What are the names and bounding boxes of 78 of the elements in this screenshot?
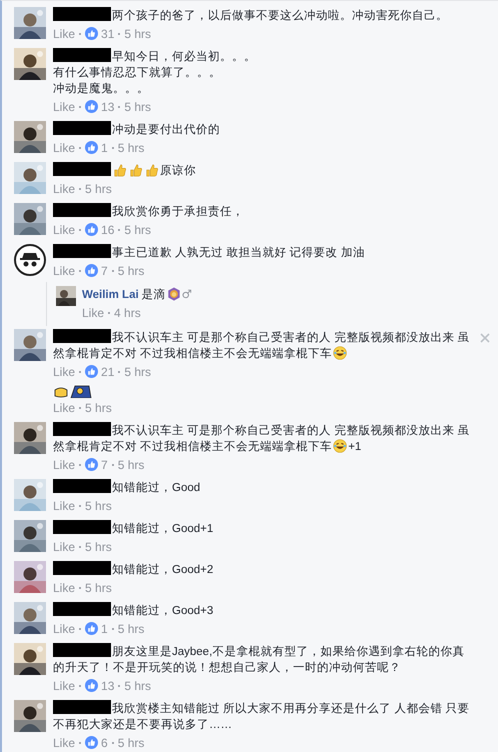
comment-text: Weilim Lai 是滴 ♂ — [82, 286, 193, 303]
like-link[interactable]: Like — [82, 306, 104, 320]
like-count: 1 — [101, 140, 108, 154]
like-link[interactable]: Like — [53, 182, 76, 196]
like-count: 1 — [101, 622, 108, 636]
thumbs-up-icon — [113, 163, 127, 177]
like-count: 13 — [101, 100, 114, 114]
comment-text: 我不认识车主 可是那个称自己受害者的人 完整版视频都没放出来 虽然拿棍肯定不对 不过我相信楼主不会无端端拿棍下车 +1 — [53, 422, 471, 455]
like-count: 21 — [101, 364, 114, 378]
timestamp: 5 hrs — [85, 580, 112, 594]
timestamp: 5 hrs — [118, 458, 144, 472]
comment-text: 我不认识车主 可是那个称自己受害者的人 完整版视频都没放出来 虽然拿棍肯定不对 不过我相信楼主不会无端端拿棍下车 — [53, 329, 471, 362]
like-count: 6 — [101, 736, 108, 750]
like-count: 7 — [101, 458, 108, 472]
timestamp: 5 hrs — [124, 364, 152, 378]
thumbs-up-icon — [85, 100, 98, 113]
thumbs-up-icon — [85, 365, 98, 378]
comment-text: 知错能过，Good+2 — [53, 561, 471, 578]
timestamp: 4 hrs — [114, 306, 141, 320]
thumbs-up-icon — [145, 163, 159, 177]
timestamp: 5 hrs — [124, 100, 152, 114]
comment-text: 我欣赏楼主知错能过 所以大家不用再分享还是什么了 人都会错 只要不再犯大家还是不要再说多了…… — [53, 700, 471, 733]
like-count: 7 — [101, 264, 108, 278]
like-count: 13 — [101, 678, 114, 692]
like-link[interactable]: Like — [53, 364, 76, 378]
comment-text: 知错能过，Good+3 — [53, 602, 471, 619]
like-link[interactable]: Like — [53, 736, 76, 750]
comment-text: 我欣赏你勇于承担责任， — [53, 203, 471, 220]
like-link[interactable]: Like — [53, 678, 76, 692]
thumbs-up-icon — [85, 223, 98, 236]
like-link[interactable]: Like — [53, 140, 76, 154]
timestamp: 5 hrs — [85, 498, 112, 512]
timestamp: 5 hrs — [85, 182, 112, 196]
comment-text: 朋友这里是Jaybee,不是拿棍就有型了，如果给你遇到拿右轮的你真的升天了！不是开玩笑的说！想想自己家人，一时的冲动何苦呢？ — [53, 643, 471, 676]
thumbs-up-icon — [85, 622, 98, 635]
timestamp: 5 hrs — [85, 540, 112, 554]
like-link[interactable]: Like — [53, 26, 76, 40]
timestamp: 5 hrs — [124, 222, 152, 236]
timestamp: 5 hrs — [118, 140, 144, 154]
thumbs-up-icon — [129, 163, 143, 177]
thumbs-up-icon — [85, 679, 98, 692]
close-icon — [480, 333, 490, 343]
comment-text: 冲动是要付出代价的 — [53, 121, 471, 138]
author-link[interactable]: Weilim Lai — [82, 289, 139, 301]
comment-text: 知错能过，Good+1 — [53, 520, 471, 537]
laughing-face-icon — [333, 439, 348, 453]
close-button[interactable] — [478, 331, 492, 345]
like-link[interactable]: Like — [53, 222, 76, 236]
timestamp: 5 hrs — [85, 400, 112, 414]
thumbs-up-icon — [85, 458, 98, 471]
like-link[interactable]: Like — [53, 458, 76, 472]
timestamp: 5 hrs — [118, 622, 144, 636]
like-link[interactable]: Like — [53, 498, 76, 512]
like-link[interactable]: Like — [53, 400, 76, 414]
like-link[interactable]: Like — [53, 580, 76, 594]
comment-text: 两个孩子的爸了，以后做事不要这么冲动啦。冲动害死你自己。 — [53, 7, 471, 24]
like-link[interactable]: Like — [53, 540, 76, 554]
sticker-drawing — [53, 384, 93, 398]
like-link[interactable]: Like — [53, 100, 76, 114]
timestamp: 5 hrs — [118, 736, 144, 750]
laughing-face-icon — [333, 346, 348, 360]
timestamp: 5 hrs — [124, 26, 152, 40]
lion-icon — [166, 287, 181, 301]
like-link[interactable]: Like — [53, 264, 76, 278]
comment-text: 事主已道歉 人孰无过 敢担当就好 记得要改 加油 — [53, 244, 471, 261]
incognito-icon — [14, 244, 46, 276]
thumbs-up-icon — [85, 141, 98, 154]
like-link[interactable]: Like — [53, 622, 76, 636]
like-count: 16 — [101, 222, 114, 236]
comment-text: 知错能过，Good — [53, 479, 471, 496]
comment-text: 原谅你 — [53, 162, 471, 179]
thumbs-up-icon — [85, 264, 98, 277]
timestamp: 5 hrs — [124, 678, 152, 692]
thumbs-up-icon — [85, 736, 98, 749]
like-count: 31 — [101, 26, 114, 40]
thumbs-up-icon — [85, 27, 98, 40]
comment-text: 早知今日，何必当初。。。 有什么事情忍忍下就算了。。。 冲动是魔鬼。。。 — [53, 48, 471, 97]
timestamp: 5 hrs — [118, 264, 144, 278]
